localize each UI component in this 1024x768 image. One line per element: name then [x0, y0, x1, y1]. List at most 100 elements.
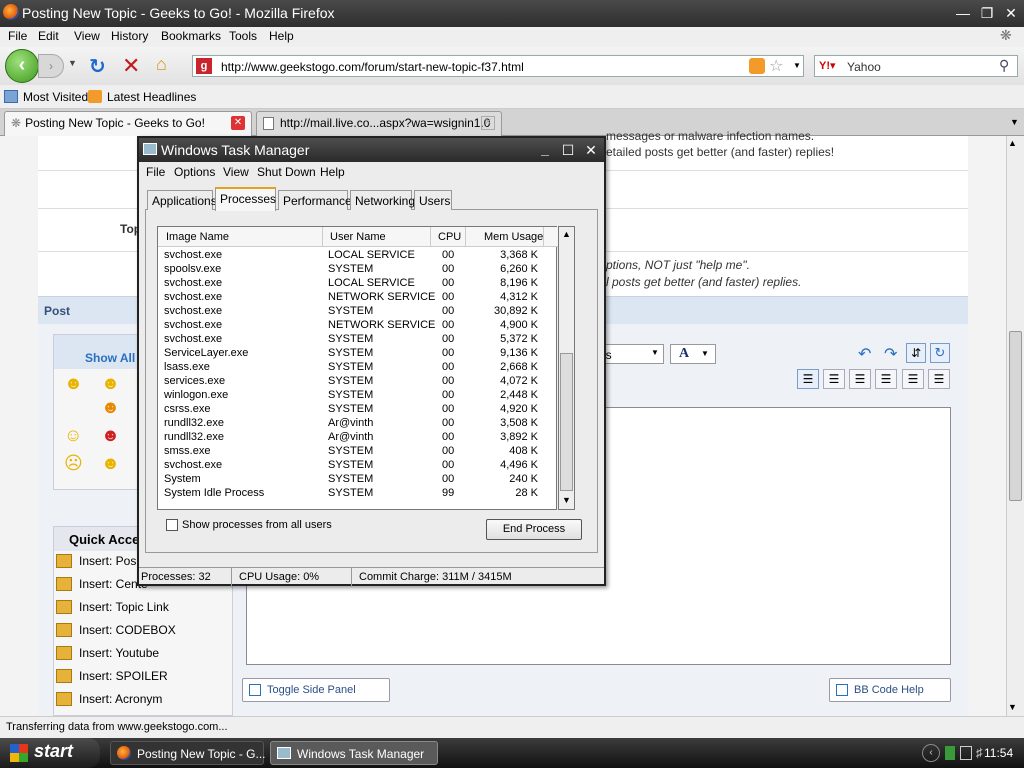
tray-icon[interactable]	[945, 746, 955, 760]
align-right-icon[interactable]: ☰	[875, 369, 897, 389]
history-dropdown-icon[interactable]: ▼	[68, 58, 77, 68]
align-center-icon[interactable]: ☰	[849, 369, 871, 389]
tm-menu-shut-down[interactable]: Shut Down	[257, 165, 316, 179]
process-row[interactable]: lsass.exe SYSTEM 00 2,668 K	[158, 361, 558, 375]
tm-menu-view[interactable]: View	[223, 165, 249, 179]
process-row[interactable]: rundll32.exe Ar@vinth 00 3,508 K	[158, 417, 558, 431]
url-dropdown-icon[interactable]: ▼	[793, 61, 801, 70]
column-user-name[interactable]: User Name	[330, 231, 386, 243]
search-input[interactable]: Yahoo	[847, 60, 881, 74]
scrollbar-thumb[interactable]	[1009, 331, 1022, 501]
process-row[interactable]: svchost.exe SYSTEM 00 4,496 K	[158, 459, 558, 473]
toggle-side-panel-button[interactable]: Toggle Side Panel	[242, 678, 390, 702]
resize-editor-icon[interactable]: ⇵	[906, 343, 926, 363]
quick-access-item[interactable]: Insert: CODEBOX	[79, 623, 176, 637]
quick-access-item[interactable]: Insert: Topic Link	[79, 600, 169, 614]
list-all-tabs-icon[interactable]: ▼	[1010, 117, 1019, 127]
process-row[interactable]: svchost.exe LOCAL SERVICE 00 8,196 K	[158, 277, 558, 291]
bookmark-most-visited[interactable]: Most Visited	[23, 90, 88, 104]
column-divider[interactable]	[543, 227, 544, 247]
emoticon-icon[interactable]: ☻	[64, 373, 83, 394]
emoticon-icon[interactable]: ☻	[101, 453, 120, 474]
tm-menu-options[interactable]: Options	[174, 165, 215, 179]
tm-menu-file[interactable]: File	[146, 165, 165, 179]
tab-performance[interactable]: Performance	[278, 190, 352, 210]
process-row[interactable]: System Idle Process SYSTEM 99 28 K	[158, 487, 558, 501]
home-icon[interactable]: ⌂	[156, 54, 167, 75]
process-row[interactable]: rundll32.exe Ar@vinth 00 3,892 K	[158, 431, 558, 445]
quick-access-item[interactable]: Insert: Acronym	[79, 692, 162, 706]
process-row[interactable]: System SYSTEM 00 240 K	[158, 473, 558, 487]
process-list[interactable]: Image Name User Name CPU Mem Usage svcho…	[157, 226, 575, 510]
menu-view[interactable]: View	[74, 29, 100, 43]
column-divider[interactable]	[430, 227, 431, 247]
tab-posting-new-topic[interactable]: ❋ Posting New Topic - Geeks to Go! ✕	[4, 111, 252, 137]
scrollbar-thumb[interactable]	[560, 353, 573, 491]
menu-tools[interactable]: Tools	[229, 29, 257, 43]
bookmark-latest-headlines[interactable]: Latest Headlines	[107, 90, 196, 104]
end-process-button[interactable]: End Process	[486, 519, 582, 540]
process-row[interactable]: csrss.exe SYSTEM 00 4,920 K	[158, 403, 558, 417]
maximize-icon[interactable]: ☐	[558, 140, 578, 160]
show-all-users-checkbox[interactable]	[166, 519, 178, 531]
bullet-list-icon[interactable]: ☰	[928, 369, 950, 389]
bb-code-help-button[interactable]: BB Code Help	[829, 678, 951, 702]
process-row[interactable]: services.exe SYSTEM 00 4,072 K	[158, 375, 558, 389]
column-image-name[interactable]: Image Name	[166, 231, 229, 243]
yahoo-icon[interactable]: Y!▾	[819, 59, 836, 72]
quick-access-item[interactable]: Insert: SPOILER	[79, 669, 168, 683]
start-button[interactable]: start	[0, 738, 100, 768]
column-divider[interactable]	[465, 227, 466, 247]
url-bar[interactable]: g http://www.geekstogo.com/forum/start-n…	[192, 55, 804, 77]
tab-mail-live[interactable]: http://mail.live.co...aspx?wa=wsignin1.0…	[256, 111, 502, 136]
column-cpu[interactable]: CPU	[438, 231, 461, 243]
minimize-icon[interactable]: _	[535, 140, 555, 160]
scroll-down-icon[interactable]: ▼	[562, 495, 571, 505]
taskbar-task-manager[interactable]: Windows Task Manager	[270, 741, 438, 765]
taskbar-firefox[interactable]: Posting New Topic - G...	[110, 741, 266, 765]
minimize-icon[interactable]: —	[953, 3, 973, 23]
font-color-button[interactable]: A ▼	[670, 344, 716, 364]
quick-access-item[interactable]: Insert: Pos	[79, 554, 136, 568]
page-scrollbar[interactable]: ▲ ▼	[1006, 136, 1024, 716]
switch-editor-icon[interactable]: ↻	[930, 343, 950, 363]
tab-users[interactable]: Users	[414, 190, 452, 210]
menu-file[interactable]: File	[8, 29, 27, 43]
emoticon-icon[interactable]: ☻	[101, 425, 120, 446]
tm-menu-help[interactable]: Help	[320, 165, 345, 179]
search-go-icon[interactable]: ⚲	[999, 57, 1009, 74]
redo-icon[interactable]: ↷	[884, 344, 897, 364]
close-icon[interactable]: ✕	[1001, 3, 1021, 23]
network-icon[interactable]	[960, 746, 972, 760]
process-row[interactable]: svchost.exe SYSTEM 00 30,892 K	[158, 305, 558, 319]
process-row[interactable]: svchost.exe LOCAL SERVICE 00 3,368 K	[158, 249, 558, 263]
tab-processes[interactable]: Processes	[215, 187, 276, 211]
menu-help[interactable]: Help	[269, 29, 294, 43]
column-divider[interactable]	[322, 227, 323, 247]
process-row[interactable]: winlogon.exe SYSTEM 00 2,448 K	[158, 389, 558, 403]
menu-bookmarks[interactable]: Bookmarks	[161, 29, 221, 43]
align-left-icon[interactable]: ☰	[823, 369, 845, 389]
process-list-scrollbar[interactable]: ▲ ▼	[558, 226, 575, 510]
stop-icon[interactable]: ✕	[122, 53, 140, 79]
process-row[interactable]: svchost.exe NETWORK SERVICE 00 4,312 K	[158, 291, 558, 305]
show-all-link[interactable]: Show All	[85, 351, 135, 365]
align-left-icon[interactable]: ☰	[797, 369, 819, 389]
tab-networking[interactable]: Networking	[350, 190, 415, 210]
quick-access-item[interactable]: Insert: Youtube	[79, 646, 159, 660]
emoticon-icon[interactable]: ☹	[64, 453, 83, 474]
close-tab-icon[interactable]: ✕	[481, 116, 495, 130]
emoticon-icon[interactable]: ☻	[101, 397, 120, 418]
close-icon[interactable]: ✕	[581, 140, 601, 160]
url-text[interactable]: http://www.geekstogo.com/forum/start-new…	[221, 60, 524, 74]
menu-history[interactable]: History	[111, 29, 148, 43]
bookmark-star-icon[interactable]: ☆	[769, 56, 783, 76]
process-row[interactable]: svchost.exe SYSTEM 00 5,372 K	[158, 333, 558, 347]
restore-icon[interactable]: ❐	[977, 3, 997, 23]
rss-icon[interactable]	[749, 58, 765, 74]
process-row[interactable]: ServiceLayer.exe SYSTEM 00 9,136 K	[158, 347, 558, 361]
search-bar[interactable]: Y!▾ Yahoo ⚲	[814, 55, 1018, 77]
reload-icon[interactable]: ↻	[89, 54, 106, 79]
tab-applications[interactable]: Applications	[147, 190, 217, 210]
firefox-title-bar[interactable]: Posting New Topic - Geeks to Go! - Mozil…	[0, 0, 1024, 27]
